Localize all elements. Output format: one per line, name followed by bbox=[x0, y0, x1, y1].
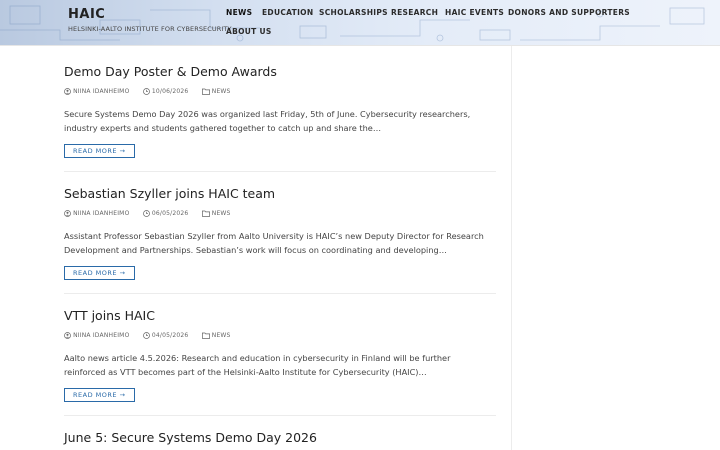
post-card: Demo Day Poster & Demo Awards NIINA IDAN… bbox=[64, 64, 496, 158]
folder-icon bbox=[201, 332, 210, 339]
site-brand[interactable]: HAIC HELSINKI-AALTO INSTITUTE FOR CYBERS… bbox=[68, 7, 232, 33]
post-category[interactable]: NEWS bbox=[212, 332, 231, 339]
post-meta: NIINA IDANHEIMO 04/05/2026 NEWS bbox=[64, 332, 496, 341]
header-divider bbox=[0, 45, 720, 46]
nav-item-haic-events[interactable]: HAIC EVENTS bbox=[445, 8, 504, 17]
user-circle-icon bbox=[64, 332, 71, 339]
post-author[interactable]: NIINA IDANHEIMO bbox=[73, 332, 129, 339]
folder-icon bbox=[201, 88, 210, 95]
post-title[interactable]: Demo Day Poster & Demo Awards bbox=[64, 64, 496, 79]
post-date[interactable]: 06/05/2026 bbox=[152, 210, 189, 217]
post-title[interactable]: June 5: Secure Systems Demo Day 2026 bbox=[64, 430, 496, 445]
post-date[interactable]: 04/05/2026 bbox=[152, 332, 189, 339]
nav-item-scholarships[interactable]: SCHOLARSHIPS bbox=[319, 8, 388, 17]
site-subtitle: HELSINKI-AALTO INSTITUTE FOR CYBERSECURI… bbox=[68, 25, 232, 33]
post-meta: NIINA IDANHEIMO 10/06/2026 NEWS bbox=[64, 88, 496, 97]
post-divider bbox=[64, 415, 496, 416]
post-card: June 5: Secure Systems Demo Day 2026 bbox=[64, 430, 496, 445]
post-card: VTT joins HAIC NIINA IDANHEIMO 04/05/202… bbox=[64, 308, 496, 402]
site-title[interactable]: HAIC bbox=[68, 7, 232, 22]
sidebar-divider bbox=[511, 46, 512, 450]
post-divider bbox=[64, 171, 496, 172]
nav-item-research[interactable]: RESEARCH bbox=[391, 8, 438, 17]
folder-icon bbox=[201, 210, 210, 217]
clock-icon bbox=[142, 88, 150, 95]
nav-item-donors-and-supporters[interactable]: DONORS AND SUPPORTERS bbox=[508, 8, 630, 17]
post-excerpt: Secure Systems Demo Day 2026 was organiz… bbox=[64, 109, 471, 133]
user-circle-icon bbox=[64, 88, 71, 95]
post-title[interactable]: Sebastian Szyller joins HAIC team bbox=[64, 186, 496, 201]
post-divider bbox=[64, 293, 496, 294]
nav-item-about-us[interactable]: ABOUT US bbox=[226, 27, 272, 36]
clock-icon bbox=[142, 210, 150, 217]
post-category[interactable]: NEWS bbox=[212, 210, 231, 217]
user-circle-icon bbox=[64, 210, 71, 217]
post-date[interactable]: 10/06/2026 bbox=[152, 88, 189, 95]
site-header: HAIC HELSINKI-AALTO INSTITUTE FOR CYBERS… bbox=[0, 0, 720, 45]
post-card: Sebastian Szyller joins HAIC team NIINA … bbox=[64, 186, 496, 280]
clock-icon bbox=[142, 332, 150, 339]
post-author[interactable]: NIINA IDANHEIMO bbox=[73, 88, 129, 95]
read-more-button[interactable]: READ MORE → bbox=[64, 266, 135, 280]
read-more-button[interactable]: READ MORE → bbox=[64, 388, 135, 402]
post-category[interactable]: NEWS bbox=[212, 88, 231, 95]
nav-item-education[interactable]: EDUCATION bbox=[262, 8, 313, 17]
post-meta: NIINA IDANHEIMO 06/05/2026 NEWS bbox=[64, 210, 496, 219]
post-author[interactable]: NIINA IDANHEIMO bbox=[73, 210, 129, 217]
post-title[interactable]: VTT joins HAIC bbox=[64, 308, 496, 323]
post-excerpt: Assistant Professor Sebastian Szyller fr… bbox=[64, 231, 484, 255]
nav-item-news[interactable]: NEWS bbox=[226, 8, 252, 17]
post-excerpt: Aalto news article 4.5.2026: Research an… bbox=[64, 353, 451, 377]
read-more-button[interactable]: READ MORE → bbox=[64, 144, 135, 158]
